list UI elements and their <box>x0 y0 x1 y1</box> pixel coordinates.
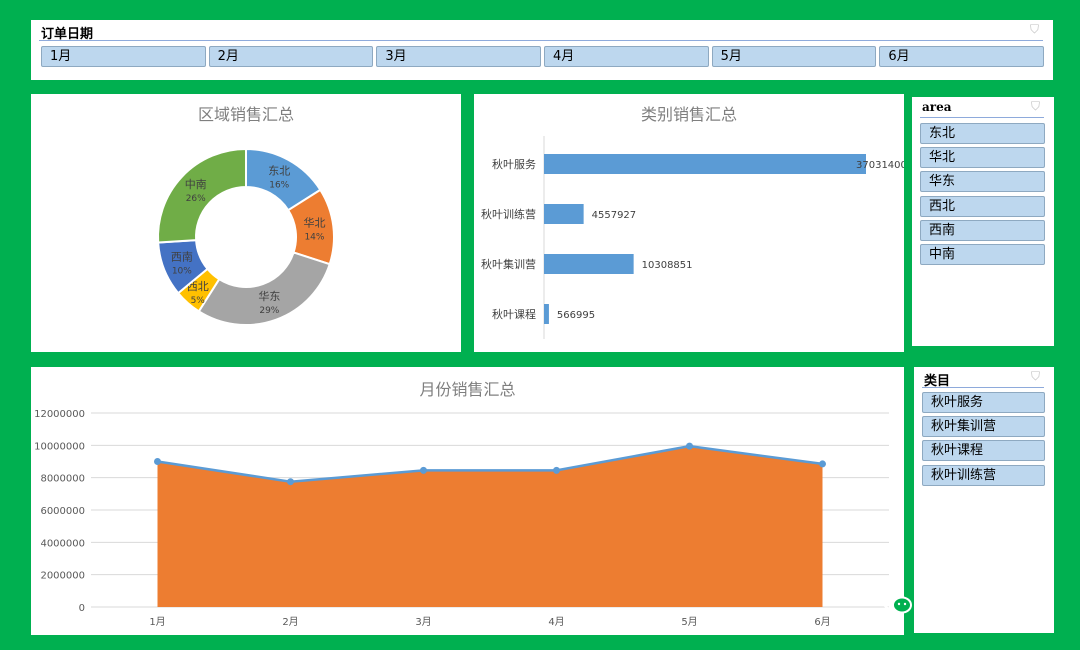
bar-4 <box>544 304 549 324</box>
data-point <box>420 466 427 474</box>
bar-value-label: 4557927 <box>592 210 637 221</box>
bar-2 <box>544 204 584 224</box>
wechat-icon <box>881 590 912 614</box>
data-point <box>686 442 693 450</box>
category-label: 秋叶服务 <box>492 157 536 171</box>
area-chart: 0 2000000 4000000 6000000 8000000 10000000 120… <box>34 409 889 628</box>
x-tick-label: 6月 <box>814 616 830 628</box>
area-slicer-title: area <box>922 100 952 114</box>
y-tick-label: 8000000 <box>40 474 85 485</box>
y-tick-label: 10000000 <box>34 441 85 452</box>
area-button-5[interactable]: 西南 <box>920 219 1045 241</box>
order-date-slicer: 订单日期 ⛉ 1月 2月 3月 4月 5月 6月 <box>31 20 1053 80</box>
bar-value-label: 566995 <box>557 310 595 321</box>
region-sales-chart: 区域销售汇总 东北 16% 华北 14% 华东 29% 西北 5% 西南 10% 中南 26% <box>31 94 461 352</box>
slice-percent: 16% <box>269 181 289 191</box>
slice-percent: 26% <box>186 194 206 204</box>
slicer-divider <box>922 387 1044 388</box>
data-point <box>819 460 826 468</box>
month-button-4[interactable]: 4月 <box>544 46 709 67</box>
month-button-1[interactable]: 1月 <box>41 46 206 67</box>
x-tick-label: 3月 <box>415 616 431 628</box>
month-button-3[interactable]: 3月 <box>376 46 541 67</box>
filter-clear-icon[interactable]: ⛉ <box>1031 99 1040 114</box>
y-tick-label: 0 <box>79 603 85 614</box>
area-button-1[interactable]: 东北 <box>920 123 1045 144</box>
category-label: 秋叶课程 <box>492 307 536 321</box>
x-tick-label: 5月 <box>681 616 697 628</box>
area-button-2[interactable]: 华北 <box>920 147 1045 169</box>
category-label: 秋叶集训营 <box>481 257 536 271</box>
data-point <box>154 458 161 465</box>
x-tick-label: 2月 <box>282 616 298 628</box>
x-tick-label: 4月 <box>548 616 564 628</box>
slice-label: 西南 <box>171 250 193 263</box>
slice-label: 华东 <box>258 289 280 303</box>
month-button-2[interactable]: 2月 <box>208 46 374 67</box>
data-point <box>553 466 560 474</box>
category-sales-chart: 类别销售汇总 秋叶服务 37031400 秋叶训练营 4557927 秋叶集训营 1030… <box>474 94 904 352</box>
slice-percent: 29% <box>259 306 279 316</box>
filter-clear-icon[interactable]: ⛉ <box>1030 22 1039 37</box>
month-button-6[interactable]: 6月 <box>879 46 1044 67</box>
bar-value-label: 10308851 <box>642 260 693 271</box>
slicer-divider <box>39 40 1043 41</box>
slice-percent: 14% <box>304 232 324 242</box>
watermark-text: 悟道龙场 <box>924 589 1025 618</box>
category-label: 秋叶训练营 <box>481 207 536 221</box>
watermark: 悟道龙场 <box>880 584 1024 620</box>
area-button-6[interactable]: 中南 <box>920 244 1045 265</box>
category-button-2[interactable]: 秋叶集训营 <box>922 416 1045 438</box>
y-tick-label: 6000000 <box>40 506 85 517</box>
y-tick-label: 12000000 <box>34 409 85 420</box>
monthly-sales-chart: 月份销售汇总 0 2000000 4000000 6000000 8000000 1000… <box>31 367 904 635</box>
area-slicer: area ⛉ 东北华北 华东 西北 西南中南 <box>912 97 1054 346</box>
category-button-1[interactable]: 秋叶服务 <box>922 392 1045 413</box>
slicer-divider <box>920 117 1044 118</box>
data-point <box>287 478 294 486</box>
y-tick-label: 4000000 <box>40 538 85 549</box>
bar-value-label: 37031400 <box>856 160 904 171</box>
slice-percent: 5% <box>191 296 206 306</box>
x-tick-label: 1月 <box>149 616 165 628</box>
area-button-3[interactable]: 华东 <box>920 171 1045 193</box>
slice-percent: 10% <box>172 266 192 276</box>
slice-label: 华北 <box>303 215 325 229</box>
bar-1 <box>544 154 866 174</box>
y-tick-label: 2000000 <box>40 571 85 582</box>
filter-clear-icon[interactable]: ⛉ <box>1031 369 1040 384</box>
slice-label: 东北 <box>268 165 290 178</box>
category-button-4[interactable]: 秋叶训练营 <box>922 464 1045 486</box>
slice-label: 中南 <box>185 178 207 191</box>
category-button-3[interactable]: 秋叶课程 <box>922 440 1045 462</box>
bar-3 <box>544 254 634 274</box>
area-button-4[interactable]: 西北 <box>920 195 1045 217</box>
month-button-5[interactable]: 5月 <box>711 46 877 67</box>
bar-chart: 秋叶服务 37031400 秋叶训练营 4557927 秋叶集训营 10308851 秋叶课… <box>481 136 904 339</box>
donut-chart: 东北16%华北14%华东29%西北5%西南10%中南26% <box>157 147 335 326</box>
